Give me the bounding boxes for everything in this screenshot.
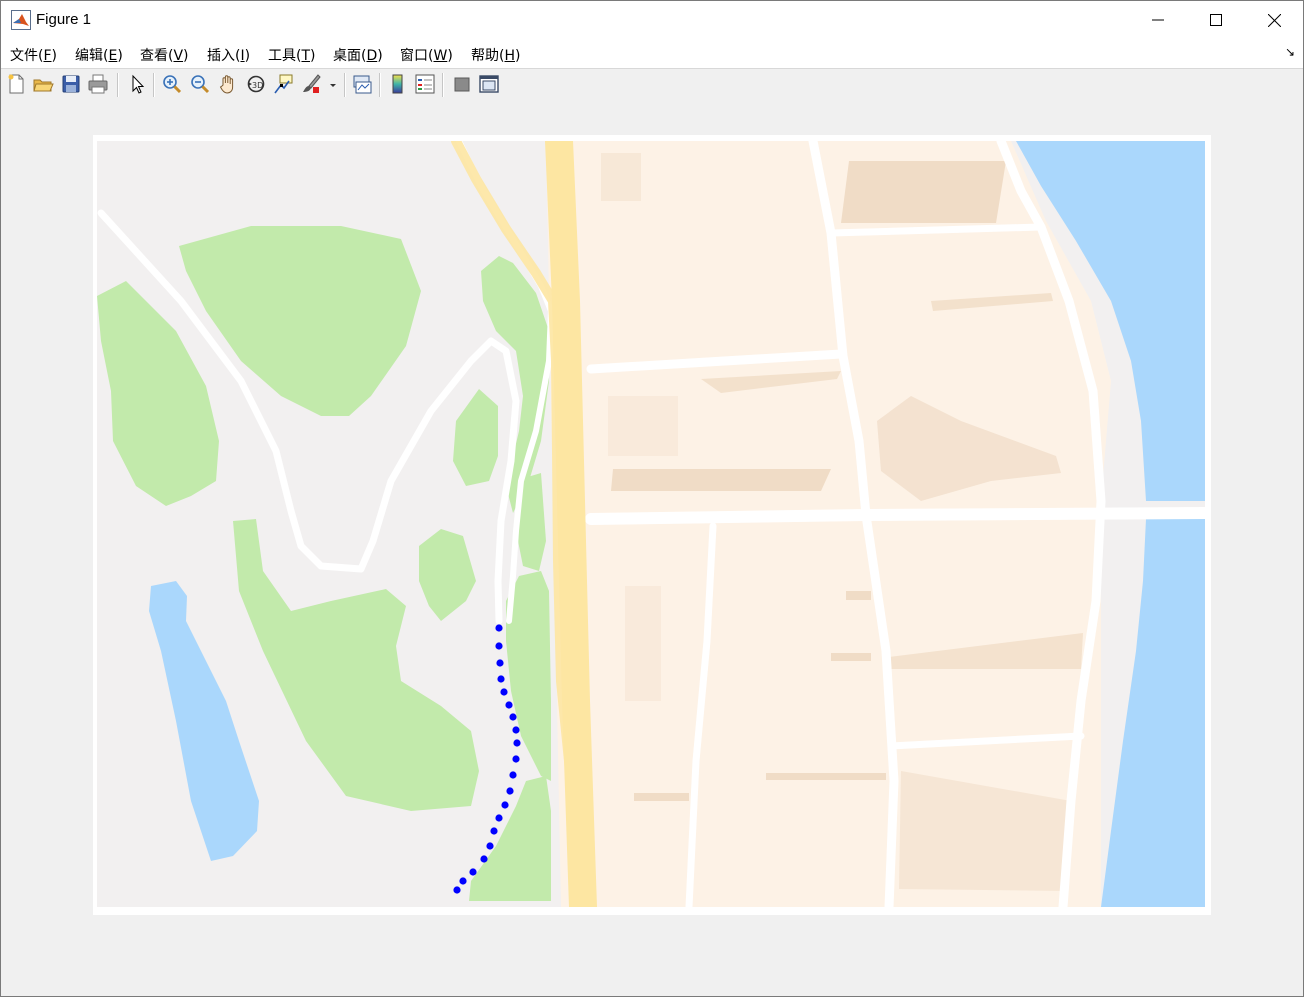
toolbar-separator xyxy=(153,73,155,97)
rotate-3d-button[interactable]: 3D xyxy=(245,73,267,95)
hide-plot-tools-button[interactable] xyxy=(451,73,473,95)
track-point xyxy=(459,877,467,885)
minimize-icon xyxy=(1152,19,1164,21)
building xyxy=(846,591,871,600)
maximize-icon xyxy=(1210,14,1222,26)
brush-dropdown-button[interactable] xyxy=(327,73,339,95)
edit-plot-button[interactable] xyxy=(126,73,148,95)
save-icon xyxy=(62,75,80,93)
data-cursor-icon xyxy=(274,74,293,94)
track-point xyxy=(490,827,498,835)
menu-insert[interactable]: 插入(I) xyxy=(207,45,250,65)
zoom-out-icon xyxy=(191,75,210,94)
close-button[interactable] xyxy=(1245,1,1303,39)
new-figure-button[interactable] xyxy=(5,73,27,95)
toolbar-separator xyxy=(442,73,444,97)
toolbar-separator xyxy=(379,73,381,97)
street xyxy=(585,507,1205,525)
maximize-button[interactable] xyxy=(1187,1,1245,39)
toolbar-separator xyxy=(117,73,119,97)
building xyxy=(625,586,661,701)
menu-view[interactable]: 查看(V) xyxy=(140,45,189,65)
track-point xyxy=(509,771,517,779)
menu-bar: 文件(F) 编辑(E) 查看(V) 插入(I) 工具(T) 桌面(D) 窗口(W… xyxy=(1,39,1303,68)
matlab-logo-icon xyxy=(11,10,31,30)
title-bar[interactable]: Figure 1 xyxy=(1,1,1303,39)
track-point xyxy=(501,801,509,809)
minimize-button[interactable] xyxy=(1129,1,1187,39)
menu-help[interactable]: 帮助(H) xyxy=(471,45,520,65)
svg-text:3D: 3D xyxy=(252,81,263,90)
building xyxy=(634,793,689,801)
track-point xyxy=(486,842,494,850)
save-button[interactable] xyxy=(60,73,82,95)
print-button[interactable] xyxy=(87,73,109,95)
close-icon xyxy=(1267,13,1281,27)
track-point xyxy=(500,688,508,696)
track-point xyxy=(512,755,520,763)
dock-figure-icon[interactable]: ↘ xyxy=(1285,45,1295,59)
track-point xyxy=(469,868,477,876)
data-cursor-button[interactable] xyxy=(272,73,294,95)
track-point xyxy=(495,624,503,632)
new-figure-icon xyxy=(8,74,24,94)
menu-file[interactable]: 文件(F) xyxy=(10,45,57,65)
building xyxy=(611,469,831,491)
open-file-button[interactable] xyxy=(32,73,54,95)
building xyxy=(841,161,1006,223)
track-point xyxy=(495,814,503,822)
building xyxy=(608,396,678,456)
building xyxy=(601,153,641,201)
track-point xyxy=(505,701,513,709)
zoom-in-button[interactable] xyxy=(161,73,183,95)
menu-window[interactable]: 窗口(W) xyxy=(400,45,453,65)
link-plot-button[interactable] xyxy=(351,73,373,95)
insert-legend-icon xyxy=(415,74,435,94)
window-title: Figure 1 xyxy=(36,11,92,28)
track-point xyxy=(496,659,504,667)
track-point xyxy=(513,739,521,747)
track-point xyxy=(495,642,503,650)
basemap xyxy=(97,141,1205,907)
pan-hand-icon xyxy=(219,75,234,94)
rotate-3d-icon: 3D xyxy=(247,75,265,93)
insert-colorbar-button[interactable] xyxy=(387,73,409,95)
track-point xyxy=(509,713,517,721)
menu-edit[interactable]: 编辑(E) xyxy=(75,45,123,65)
link-plot-icon xyxy=(353,75,372,94)
brush-icon xyxy=(303,74,321,93)
track-point xyxy=(480,855,488,863)
menu-tools[interactable]: 工具(T) xyxy=(268,45,316,65)
show-plot-tools-button[interactable] xyxy=(478,73,500,95)
pan-button[interactable] xyxy=(217,73,239,95)
building xyxy=(831,653,871,661)
track-point xyxy=(453,886,461,894)
print-icon xyxy=(88,74,108,94)
edit-plot-arrow-icon xyxy=(132,74,145,94)
toolbar-separator xyxy=(344,73,346,97)
open-file-icon xyxy=(33,79,54,92)
figure-toolbar: 3D xyxy=(1,68,1303,103)
menu-desktop[interactable]: 桌面(D) xyxy=(333,45,383,65)
hide-plot-tools-icon xyxy=(454,77,470,92)
insert-legend-button[interactable] xyxy=(414,73,436,95)
track-point xyxy=(512,726,520,734)
building xyxy=(766,773,886,780)
track-point xyxy=(506,787,514,795)
zoom-in-icon xyxy=(163,75,182,94)
figure-window: Figure 1 文件(F) 编辑(E) 查看(V) 插入(I) 工具(T) 桌… xyxy=(0,0,1304,997)
zoom-out-button[interactable] xyxy=(189,73,211,95)
insert-colorbar-icon xyxy=(392,74,403,94)
track-point xyxy=(497,675,505,683)
show-plot-tools-icon xyxy=(479,75,499,93)
map-axes[interactable] xyxy=(97,141,1205,907)
brush-dropdown-icon xyxy=(330,84,336,87)
brush-button[interactable] xyxy=(300,73,322,95)
